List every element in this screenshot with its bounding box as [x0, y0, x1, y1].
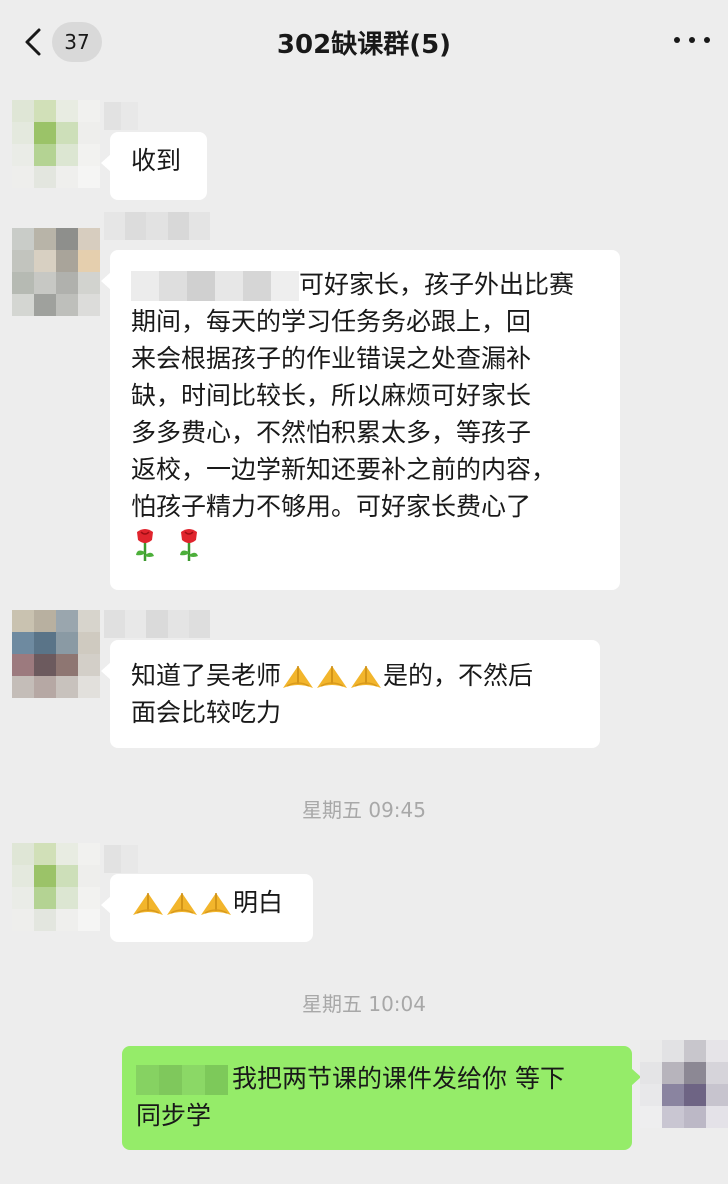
- folded-hands-icon: [283, 666, 314, 688]
- rose-icon: [136, 529, 154, 561]
- timestamp: 星期五 09:45: [302, 798, 426, 822]
- avatar-self[interactable]: [640, 1040, 728, 1128]
- chat-title: 302缺课群(5): [276, 30, 452, 60]
- avatar[interactable]: [12, 843, 100, 931]
- message-bubble[interactable]: 可好家长，孩子外出比赛 期间，每天的学习任务务必跟上，回 来会根据孩子的作业错误…: [101, 250, 620, 590]
- folded-hands-icon: [167, 893, 197, 915]
- timestamp: 星期五 10:04: [302, 992, 426, 1016]
- message-bubble[interactable]: 明白: [101, 874, 313, 942]
- avatar[interactable]: [12, 100, 100, 188]
- message-bubble[interactable]: 知道了吴老师 是的，不然后 面会比较吃力: [101, 640, 600, 748]
- folded-hands-icon: [351, 666, 382, 688]
- message-bubble-self[interactable]: 我把两节课的课件发给你 等下 同步学: [122, 1046, 641, 1150]
- mention-blur: [136, 1065, 228, 1095]
- sender-name: [104, 102, 138, 130]
- avatar[interactable]: [12, 610, 100, 698]
- more-dots-icon[interactable]: [674, 28, 710, 52]
- avatar[interactable]: [12, 228, 100, 316]
- rose-icon: [179, 529, 198, 561]
- folded-hands-icon: [317, 666, 348, 688]
- sender-name: [104, 845, 138, 873]
- sender-name: [104, 212, 210, 240]
- folded-hands-icon: [201, 893, 231, 915]
- chat-header: 37 302缺课群(5): [0, 0, 728, 82]
- sender-name: [104, 610, 210, 638]
- folded-hands-icon: [133, 893, 163, 915]
- mention-blur: [131, 271, 299, 301]
- message-bubble[interactable]: 收到: [101, 132, 207, 200]
